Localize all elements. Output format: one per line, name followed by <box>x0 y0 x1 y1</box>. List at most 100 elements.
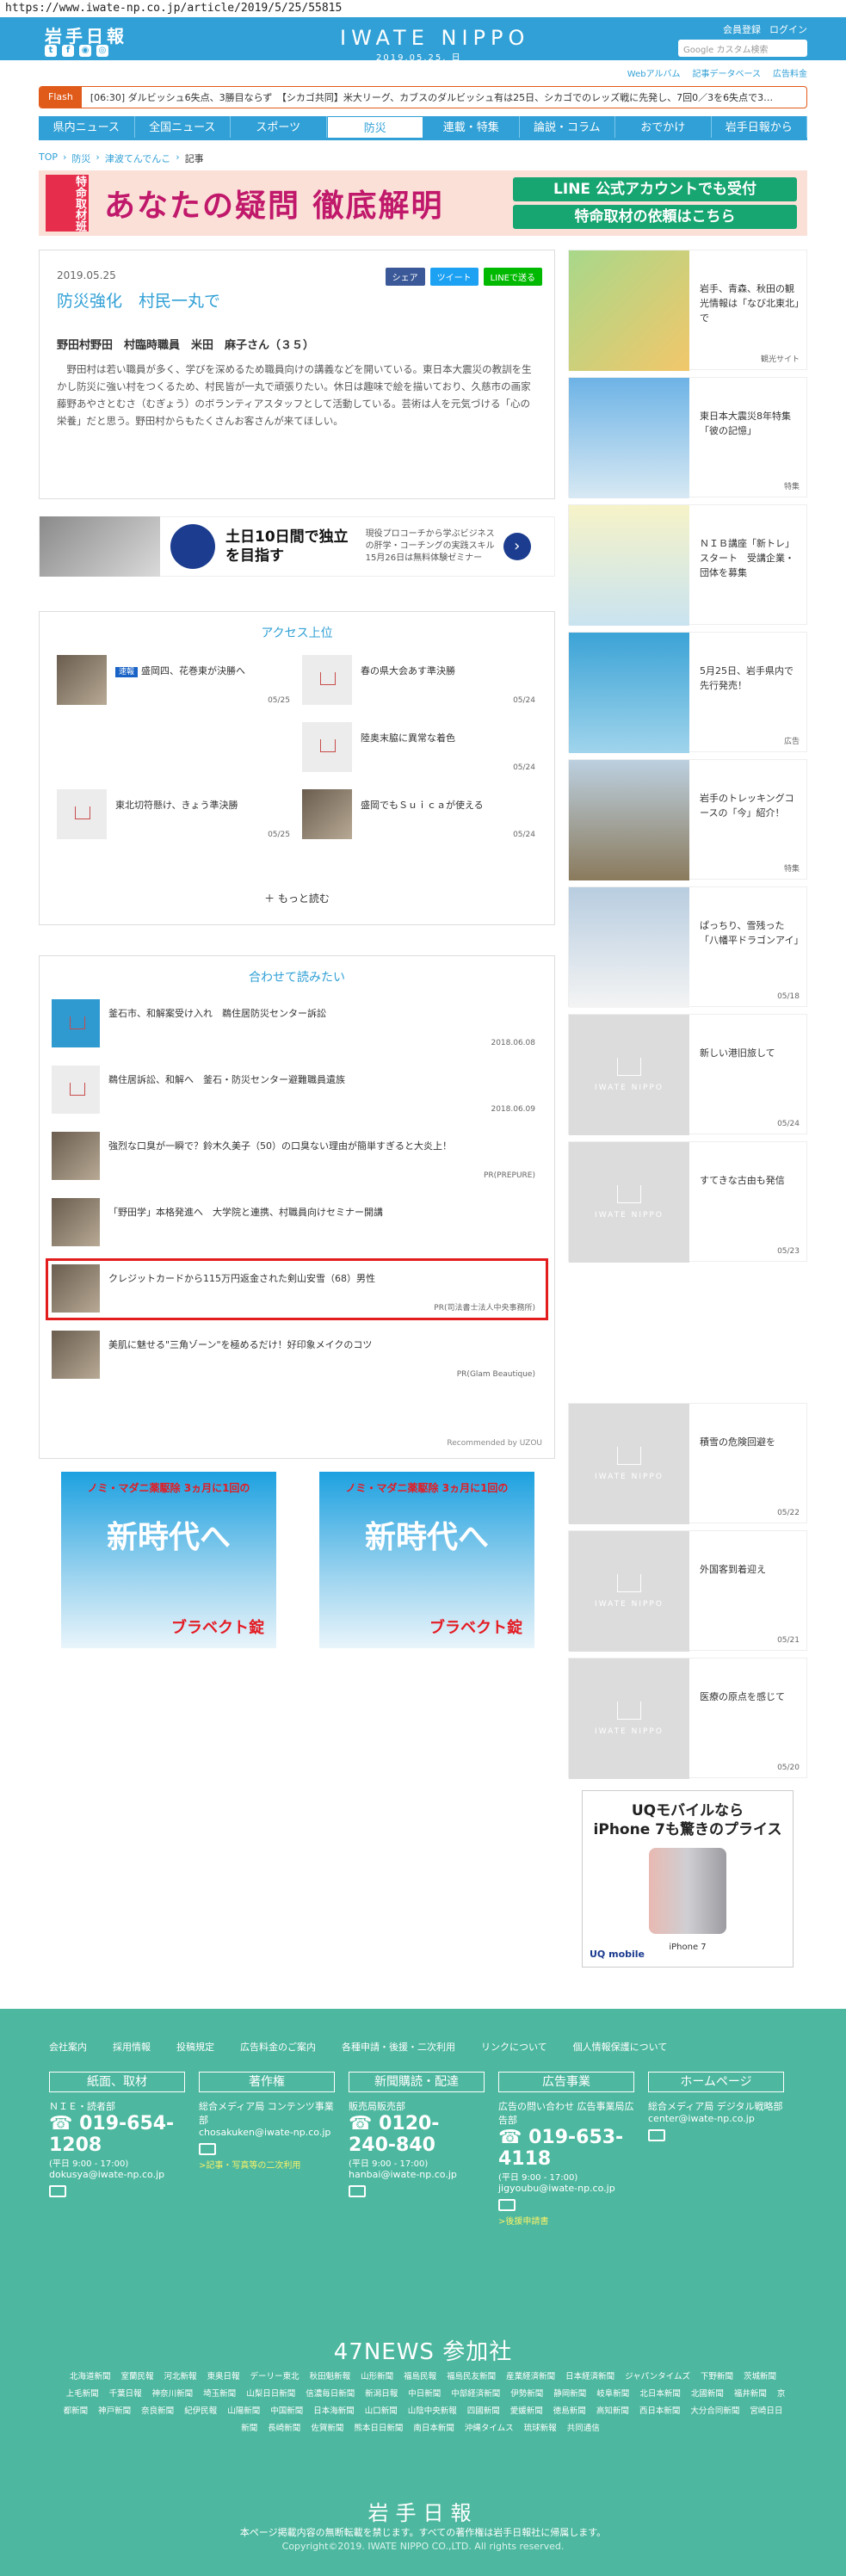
partner-newspaper-link[interactable]: 琉球新報 <box>524 2424 557 2433</box>
login-link[interactable]: ログイン <box>769 22 807 36</box>
subnav-adrates[interactable]: 広告料金 <box>773 66 807 79</box>
partner-newspaper-link[interactable]: ジャパンタイムズ <box>625 2372 690 2381</box>
footer-link[interactable]: 投稿規定 <box>176 2040 214 2054</box>
ranking-item[interactable]: 盛岡でもＳｕｉｃａが使える 05/24 <box>302 789 539 839</box>
related-item[interactable]: 強烈な口臭が一瞬で？鈴木久美子（50）の口臭ない理由が簡単すぎると大炎上！ PR… <box>52 1132 542 1182</box>
breadcrumb-disaster[interactable]: 防災 <box>71 151 90 165</box>
sidebar-item[interactable]: 外国客到着迎え 05/21 <box>568 1530 807 1652</box>
display-ad[interactable]: 土日10日間で独立 を目指す 現役プロコーチから学ぶビジネスの肝学・コーチングの… <box>39 516 555 577</box>
partner-newspaper-link[interactable]: 北海道新聞 <box>70 2372 111 2381</box>
partner-newspaper-link[interactable]: 高知新聞 <box>596 2406 629 2416</box>
related-item-highlighted[interactable]: クレジットカードから115万円返金された剣山安雪（68）男性 PR(司法書士法人… <box>46 1258 548 1320</box>
partner-newspaper-link[interactable]: 日本海新聞 <box>313 2406 355 2416</box>
partner-newspaper-link[interactable]: 産業経済新聞 <box>506 2372 555 2381</box>
nav-local-news[interactable]: 県内ニュース <box>39 116 135 138</box>
mail-icon[interactable] <box>349 2185 366 2197</box>
partner-newspaper-link[interactable]: 紀伊民報 <box>184 2406 217 2416</box>
sidebar-item[interactable]: 積雪の危険回避を 05/22 <box>568 1403 807 1524</box>
related-item[interactable]: 釜石市、和解案受け入れ 鵜住居防災センター訴訟 2018.06.08 <box>52 999 542 1049</box>
footer-link[interactable]: 採用情報 <box>113 2040 151 2054</box>
partner-newspaper-link[interactable]: 千葉日報 <box>109 2389 142 2399</box>
partner-newspaper-link[interactable]: 山陽新聞 <box>227 2406 260 2416</box>
sidebar-item[interactable]: 岩手のトレッキングコースの「今」紹介！ 特集 <box>568 759 807 880</box>
url-bar[interactable]: https://www.iwate-np.co.jp/article/2019/… <box>0 0 846 17</box>
footer-link[interactable]: 個人情報保護について <box>573 2040 668 2054</box>
read-more-button[interactable]: ＋ もっと読む <box>57 891 537 905</box>
partner-newspaper-link[interactable]: デーリー東北 <box>250 2372 299 2381</box>
partner-newspaper-link[interactable]: 愛媛新聞 <box>510 2406 543 2416</box>
nav-series[interactable]: 連載・特集 <box>423 116 520 138</box>
partner-newspaper-link[interactable]: 中日新聞 <box>408 2389 441 2399</box>
partner-newspaper-link[interactable]: 福井新聞 <box>734 2389 767 2399</box>
partner-newspaper-link[interactable]: 岐阜新聞 <box>596 2389 629 2399</box>
partner-newspaper-link[interactable]: 信濃毎日新聞 <box>306 2389 355 2399</box>
partner-newspaper-link[interactable]: 徳島新聞 <box>553 2406 586 2416</box>
register-link[interactable]: 会員登録 <box>723 22 761 36</box>
mail-icon[interactable] <box>648 2129 665 2141</box>
partner-newspaper-link[interactable]: 山陰中央新報 <box>408 2406 457 2416</box>
partner-newspaper-link[interactable]: 四國新聞 <box>467 2406 500 2416</box>
partner-newspaper-link[interactable]: 福島民報 <box>404 2372 436 2381</box>
ranking-item[interactable]: 春の県大会あす準決勝 05/24 <box>302 655 539 705</box>
partner-newspaper-link[interactable]: 伊勢新聞 <box>510 2389 543 2399</box>
search-input[interactable]: Google カスタム検索 <box>678 40 807 57</box>
footer-extra-link[interactable]: >後援申請書 <box>498 2214 634 2227</box>
partner-newspaper-link[interactable]: 茨城新聞 <box>744 2372 776 2381</box>
subnav-database[interactable]: 記事データベース <box>693 66 762 79</box>
banner-line-button[interactable]: LINE 公式アカウントでも受付 <box>513 177 797 201</box>
footer-mail[interactable]: hanbai@iwate-np.co.jp <box>349 2169 485 2180</box>
partner-newspaper-link[interactable]: 沖縄タイムス <box>465 2424 514 2433</box>
footer-mail[interactable]: center@iwate-np.co.jp <box>648 2113 784 2124</box>
site-logo-en[interactable]: IWATE NIPPO <box>340 26 529 50</box>
partner-newspaper-link[interactable]: 北國新聞 <box>691 2389 724 2399</box>
partner-newspaper-link[interactable]: 神戸新聞 <box>98 2406 131 2416</box>
breadcrumb-top[interactable]: TOP <box>39 151 58 165</box>
mail-icon[interactable] <box>49 2185 66 2197</box>
instagram-icon[interactable]: ◎ <box>96 45 108 57</box>
nav-disaster[interactable]: 防災 <box>326 116 423 138</box>
footer-link[interactable]: 会社案内 <box>49 2040 87 2054</box>
partner-newspaper-link[interactable]: 上毛新聞 <box>66 2389 99 2399</box>
partner-newspaper-link[interactable]: 南日本新聞 <box>413 2424 454 2433</box>
partner-newspaper-link[interactable]: 山梨日日新聞 <box>246 2389 295 2399</box>
partner-newspaper-link[interactable]: 西日本新聞 <box>639 2406 681 2416</box>
uq-mobile-ad[interactable]: UQモバイルなら iPhone 7も驚きのプライス iPhone 7 UQ mo… <box>582 1790 794 1968</box>
nav-from-iwate[interactable]: 岩手日報から <box>711 116 807 138</box>
nav-national-news[interactable]: 全国ニュース <box>134 116 231 138</box>
facebook-icon[interactable]: f <box>62 45 74 57</box>
flash-text[interactable]: [06:30] ダルビッシュ6失点、3勝目ならず 【シカゴ共同】米大リーグ、カブ… <box>90 90 773 104</box>
related-item[interactable]: 美肌に魅せる"三角ゾーン"を極めるだけ！好印象メイクのコツ PR(Glam Be… <box>52 1331 542 1381</box>
partner-newspaper-link[interactable]: 佐賀新聞 <box>311 2424 343 2433</box>
partner-newspaper-link[interactable]: 静岡新聞 <box>553 2389 586 2399</box>
line-share-button[interactable]: LINEで送る <box>483 268 542 286</box>
footer-link[interactable]: 広告料金のご案内 <box>240 2040 316 2054</box>
partner-newspaper-link[interactable]: 東奥日報 <box>207 2372 240 2381</box>
promo-ad-right[interactable]: ノミ・マダニ薬駆除 3ヵ月に1回の 新時代へ ブラベクト錠 <box>319 1472 534 1648</box>
rss-icon[interactable]: ◉ <box>79 45 91 57</box>
sidebar-item[interactable]: 東日本大震災8年特集「彼の記憶」 特集 <box>568 377 807 498</box>
site-logo[interactable]: 岩手日報 <box>45 22 127 47</box>
nav-sports[interactable]: スポーツ <box>231 116 327 138</box>
footer-mail[interactable]: chosakuken@iwate-np.co.jp <box>199 2127 335 2138</box>
partner-newspaper-link[interactable]: 日本経済新聞 <box>565 2372 614 2381</box>
tweet-button[interactable]: ツイート <box>429 268 479 286</box>
footer-logo[interactable]: 岩手日報 <box>0 2496 846 2526</box>
mail-icon[interactable] <box>498 2199 516 2211</box>
partner-newspaper-link[interactable]: 河北新報 <box>164 2372 197 2381</box>
partner-newspaper-link[interactable]: 埼玉新聞 <box>203 2389 236 2399</box>
partner-newspaper-link[interactable]: 共同通信 <box>567 2424 600 2433</box>
related-item[interactable]: 鵜住居訴訟、和解へ 釜石・防災センター避難職員遺族 2018.06.09 <box>52 1066 542 1115</box>
partner-newspaper-link[interactable]: 北日本新聞 <box>639 2389 681 2399</box>
partner-newspaper-link[interactable]: 中国新聞 <box>270 2406 303 2416</box>
sidebar-item[interactable]: 新しい港旧旅して 05/24 <box>568 1014 807 1135</box>
partner-newspaper-link[interactable]: 新潟日報 <box>365 2389 398 2399</box>
twitter-icon[interactable]: t <box>45 45 57 57</box>
partner-newspaper-link[interactable]: 神奈川新聞 <box>152 2389 194 2399</box>
footer-mail[interactable]: jigyoubu@iwate-np.co.jp <box>498 2183 634 2194</box>
ranking-item[interactable]: 陸奥末脇に異常な着色 05/24 <box>302 722 539 772</box>
partner-newspaper-link[interactable]: 下野新聞 <box>701 2372 733 2381</box>
partner-newspaper-link[interactable]: 奈良新聞 <box>141 2406 174 2416</box>
breadcrumb-tendenko[interactable]: 津波てんでんこ <box>105 151 170 165</box>
facebook-share-button[interactable]: シェア <box>385 268 425 286</box>
mail-icon[interactable] <box>199 2143 216 2155</box>
